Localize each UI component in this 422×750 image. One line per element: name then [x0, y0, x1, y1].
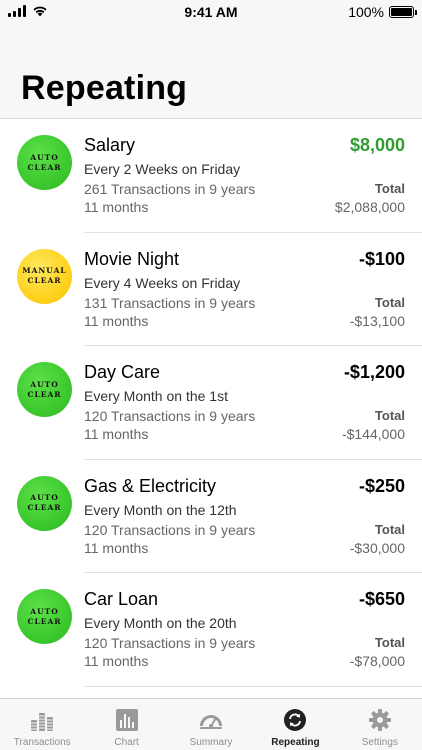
tab-label: Summary	[189, 737, 233, 748]
item-name: Movie Night	[84, 248, 180, 269]
status-bar: 9:41 AM 100%	[0, 0, 422, 24]
item-schedule: Every Month on the 20th	[84, 615, 237, 631]
item-schedule: Every Month on the 1st	[84, 388, 228, 404]
coins-stack-icon	[29, 707, 55, 733]
item-duration: 11 months	[84, 312, 149, 329]
gauge-icon	[198, 707, 224, 733]
item-transaction-count: 120 Transactions in 9 years	[84, 635, 256, 651]
item-transaction-count: 120 Transactions in 9 years	[84, 521, 256, 538]
item-total-value: -$144,000	[341, 426, 405, 442]
item-name: Salary	[84, 135, 136, 155]
repeating-item[interactable]: MANUAL CLEAR Movie Night Every 4 Weeks o…	[0, 233, 422, 346]
manual-clear-badge-icon[interactable]: MANUAL CLEAR	[17, 248, 72, 304]
tab-transactions[interactable]: Transactions	[0, 699, 84, 750]
item-duration: 11 months	[84, 653, 149, 669]
status-right: 100%	[348, 4, 417, 20]
tab-repeating[interactable]: Repeating	[253, 699, 337, 750]
tab-label: Settings	[361, 737, 398, 748]
item-name: Gas & Electricity	[84, 475, 217, 496]
item-total-label: Total	[374, 294, 405, 310]
item-name: Car Loan	[84, 589, 159, 609]
item-name: Day Care	[84, 362, 161, 382]
item-transaction-count: 120 Transactions in 9 years	[84, 408, 256, 424]
item-schedule: Every 2 Weeks on Friday	[84, 161, 241, 177]
bar-chart-icon	[114, 707, 140, 733]
item-schedule: Every 4 Weeks on Friday	[84, 274, 241, 291]
item-amount: -$1,200	[343, 362, 405, 382]
item-duration: 11 months	[84, 539, 149, 556]
item-amount: -$250	[358, 475, 405, 496]
item-transaction-count: 131 Transactions in 9 years	[84, 294, 256, 311]
item-schedule: Every Month on the 12th	[84, 501, 237, 518]
repeating-item[interactable]: AUTO CLEAR Salary Every 2 Weeks on Frida…	[0, 119, 422, 233]
item-duration: 11 months	[84, 199, 149, 215]
navigation-header: Repeating	[0, 24, 422, 119]
item-total-value: -$13,100	[349, 312, 405, 329]
tab-label: Transactions	[13, 737, 71, 748]
item-total-label: Total	[374, 635, 405, 650]
item-amount: -$650	[358, 589, 405, 609]
tab-label: Chart	[114, 737, 139, 748]
gear-icon	[367, 707, 393, 733]
item-amount: -$100	[358, 248, 405, 269]
tab-chart[interactable]: Chart	[84, 699, 168, 750]
item-duration: 11 months	[84, 426, 149, 442]
app-screen: 9:41 AM 100% Repeating AUTO CLEAR Salary…	[0, 0, 422, 750]
auto-clear-badge-icon[interactable]: AUTO CLEAR	[17, 362, 72, 417]
item-amount: $8,000	[349, 135, 405, 155]
repeating-item[interactable]: AUTO CLEAR Car Loan Every Month on the 2…	[0, 573, 422, 687]
auto-clear-badge-icon[interactable]: AUTO CLEAR	[17, 135, 72, 190]
item-total-value: $2,088,000	[334, 199, 405, 215]
battery-icon	[389, 6, 417, 18]
row-divider	[84, 685, 422, 687]
item-total-label: Total	[374, 181, 405, 196]
auto-clear-badge-icon[interactable]: AUTO CLEAR	[17, 589, 72, 644]
repeat-cycle-icon	[282, 707, 308, 733]
battery-percentage: 100%	[348, 4, 384, 20]
tab-label: Repeating	[271, 737, 320, 748]
tab-summary[interactable]: Summary	[169, 699, 253, 750]
item-total-label: Total	[374, 521, 405, 537]
item-transaction-count: 261 Transactions in 9 years	[84, 181, 256, 197]
tab-settings[interactable]: Settings	[338, 699, 422, 750]
repeating-list: AUTO CLEAR Salary Every 2 Weeks on Frida…	[0, 119, 422, 687]
item-total-value: -$30,000	[349, 539, 405, 556]
item-total-label: Total	[374, 408, 405, 423]
repeating-item[interactable]: AUTO CLEAR Gas & Electricity Every Month…	[0, 460, 422, 573]
item-total-value: -$78,000	[349, 653, 405, 669]
repeating-item[interactable]: AUTO CLEAR Day Care Every Month on the 1…	[0, 346, 422, 460]
tab-bar: Transactions Chart Summary Repeating Set…	[0, 698, 422, 750]
page-title: Repeating	[21, 69, 188, 107]
auto-clear-badge-icon[interactable]: AUTO CLEAR	[17, 475, 72, 531]
